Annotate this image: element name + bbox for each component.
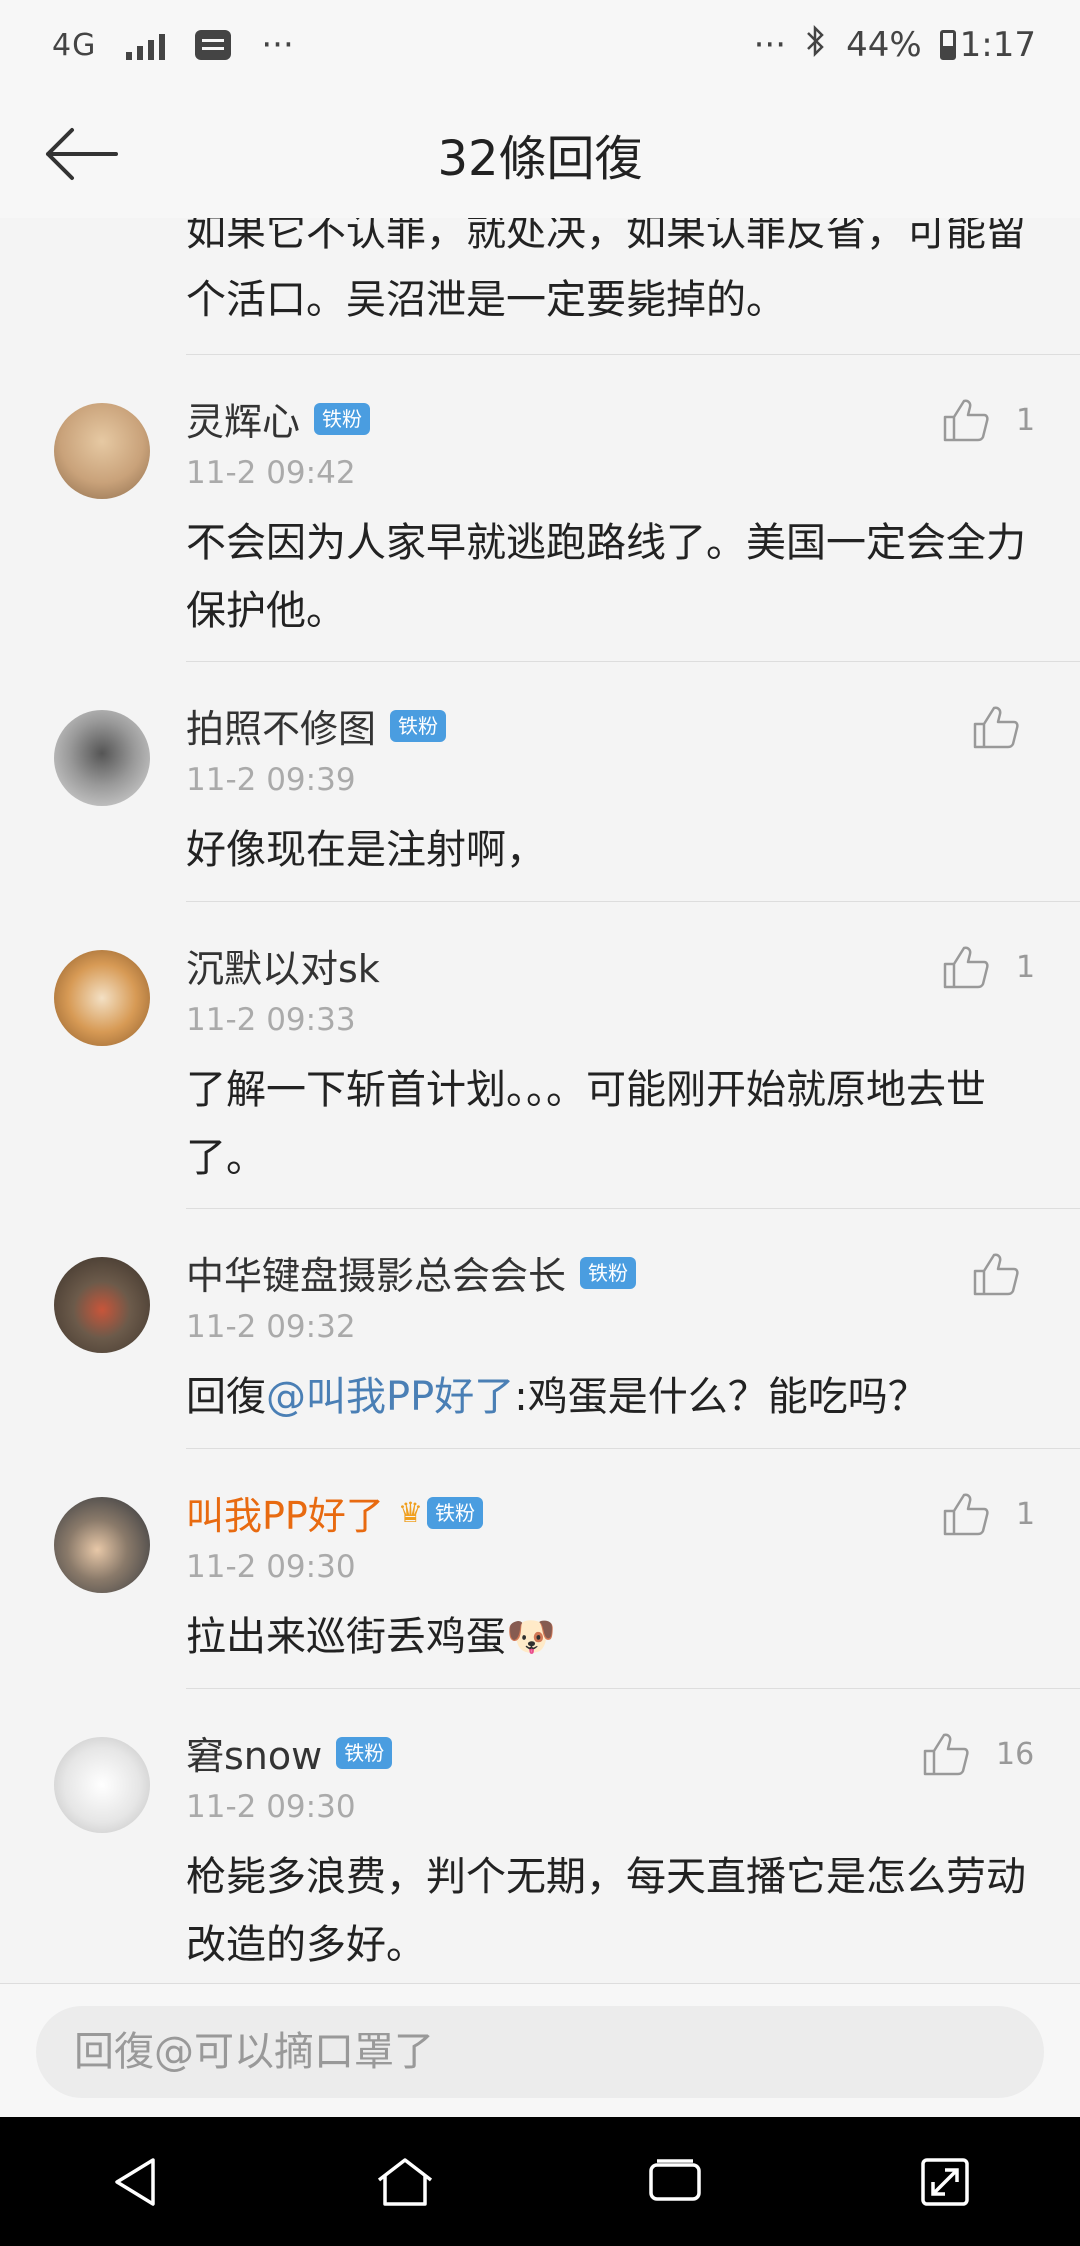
battery-percent: 44% [846,25,922,65]
divider [186,1448,1080,1449]
recents-icon [649,2158,701,2201]
username[interactable]: 沉默以对sk [186,938,380,993]
fan-badge: 铁粉 [580,1256,637,1289]
status-bar: 4G ··· ··· 44% 1:17 [0,0,1080,90]
fan-badge: 铁粉 [426,1496,483,1529]
avatar[interactable] [54,1257,150,1353]
timestamp: 11-2 09:33 [186,1002,356,1038]
like-count: 16 [996,1736,1035,1772]
like-count: 1 [1016,1496,1036,1532]
username[interactable]: 拍照不修图 [186,698,376,753]
fan-badge: 铁粉 [314,402,371,435]
like-count: 1 [1016,949,1036,985]
comment-text: 了解一下斩首计划。。。可能刚开始就原地去世了。 [186,1067,986,1181]
mention-link[interactable]: @叫我PP好了 [266,1374,514,1420]
top-app-bar: 32條回復 [0,90,1080,219]
divider [186,661,1080,662]
crown-icon: ♛ [397,1496,423,1529]
like-count: 1 [1016,402,1036,438]
username[interactable]: 灵辉心 [186,391,300,446]
avatar[interactable] [54,710,150,806]
nav-back-button[interactable] [95,2142,175,2222]
like-button[interactable]: 1 [942,1491,1035,1537]
comment-text: 枪毙多浪费，判个无期，每天直播它是怎么劳动改造的多好。 [186,1854,1026,1968]
divider [186,1688,1080,1689]
like-button[interactable] [972,704,1020,750]
comment-text: 回復@叫我PP好了:鸡蛋是什么？能吃吗？ [186,1363,1026,1431]
expand-icon [921,2157,969,2206]
avatar[interactable] [54,950,150,1046]
reply-bar [0,1983,1080,2118]
partial-comment-text: 如果它不认罪，就处决，如果认罪反省，可能留个活口。吴沼泄是一定要毙掉的。 [186,218,1026,323]
timestamp: 11-2 09:42 [186,455,356,491]
divider [186,901,1080,902]
timestamp: 11-2 09:30 [186,1789,356,1825]
thumbs-up-icon [923,1733,969,1776]
arrow-left-icon [46,128,118,180]
page-title: 32條回復 [437,131,643,187]
comment-body: 拉出来巡街丢鸡蛋 [186,1614,506,1660]
username[interactable]: 叫我PP好了 [186,1485,384,1540]
thumbs-up-icon [943,946,989,989]
avatar[interactable] [54,1737,150,1833]
comment-text: 不会因为人家早就逃跑路线了。美国一定会全力保护他。 [186,520,1026,634]
like-button[interactable]: 1 [942,397,1035,443]
username[interactable]: 中华键盘摄影总会会长 [186,1245,566,1300]
divider [186,1208,1080,1209]
like-button[interactable] [972,1251,1020,1297]
username[interactable]: 窘snow [186,1725,322,1780]
signal-icon [126,30,166,60]
divider [186,354,1080,355]
doge-emoji-icon: 🐶 [506,1614,556,1660]
nav-expand-button[interactable] [905,2142,985,2222]
comment-text: 拉出来巡街丢鸡蛋🐶 [186,1603,1026,1671]
network-indicator: 4G [52,27,97,63]
notification-more-icon: ··· [261,25,294,65]
battery-icon [939,30,956,60]
reply-prefix: 回復 [186,1374,266,1420]
triangle-back-icon [115,2157,155,2206]
thumbs-up-icon [973,706,1019,749]
system-nav-bar [0,2117,1080,2246]
like-button[interactable]: 16 [922,1731,1034,1777]
thumbs-up-icon [973,1253,1019,1296]
nav-recents-button[interactable] [635,2142,715,2222]
message-icon [195,30,232,60]
fan-badge: 铁粉 [336,1736,393,1769]
timestamp: 11-2 09:39 [186,762,356,798]
avatar[interactable] [54,1497,150,1593]
reply-body: :鸡蛋是什么？能吃吗？ [514,1374,928,1420]
fan-badge: 铁粉 [390,709,447,742]
thumbs-up-icon [943,399,989,442]
nav-home-button[interactable] [365,2142,445,2222]
like-button[interactable]: 1 [942,944,1035,990]
home-icon [377,2157,433,2206]
status-more-icon: ··· [753,25,787,65]
comment-text: 好像现在是注射啊， [186,827,546,873]
bluetooth-icon [804,24,828,67]
back-button[interactable] [42,124,122,184]
timestamp: 11-2 09:30 [186,1549,356,1585]
timestamp: 11-2 09:32 [186,1309,356,1345]
thumbs-up-icon [943,1493,989,1536]
avatar[interactable] [54,403,150,499]
clock: 1:17 [959,25,1036,65]
comment-list[interactable]: 如果它不认罪，就处决，如果认罪反省，可能留个活口。吴沼泄是一定要毙掉的。 灵辉心… [0,218,1080,1983]
reply-input[interactable] [36,2006,1044,2098]
